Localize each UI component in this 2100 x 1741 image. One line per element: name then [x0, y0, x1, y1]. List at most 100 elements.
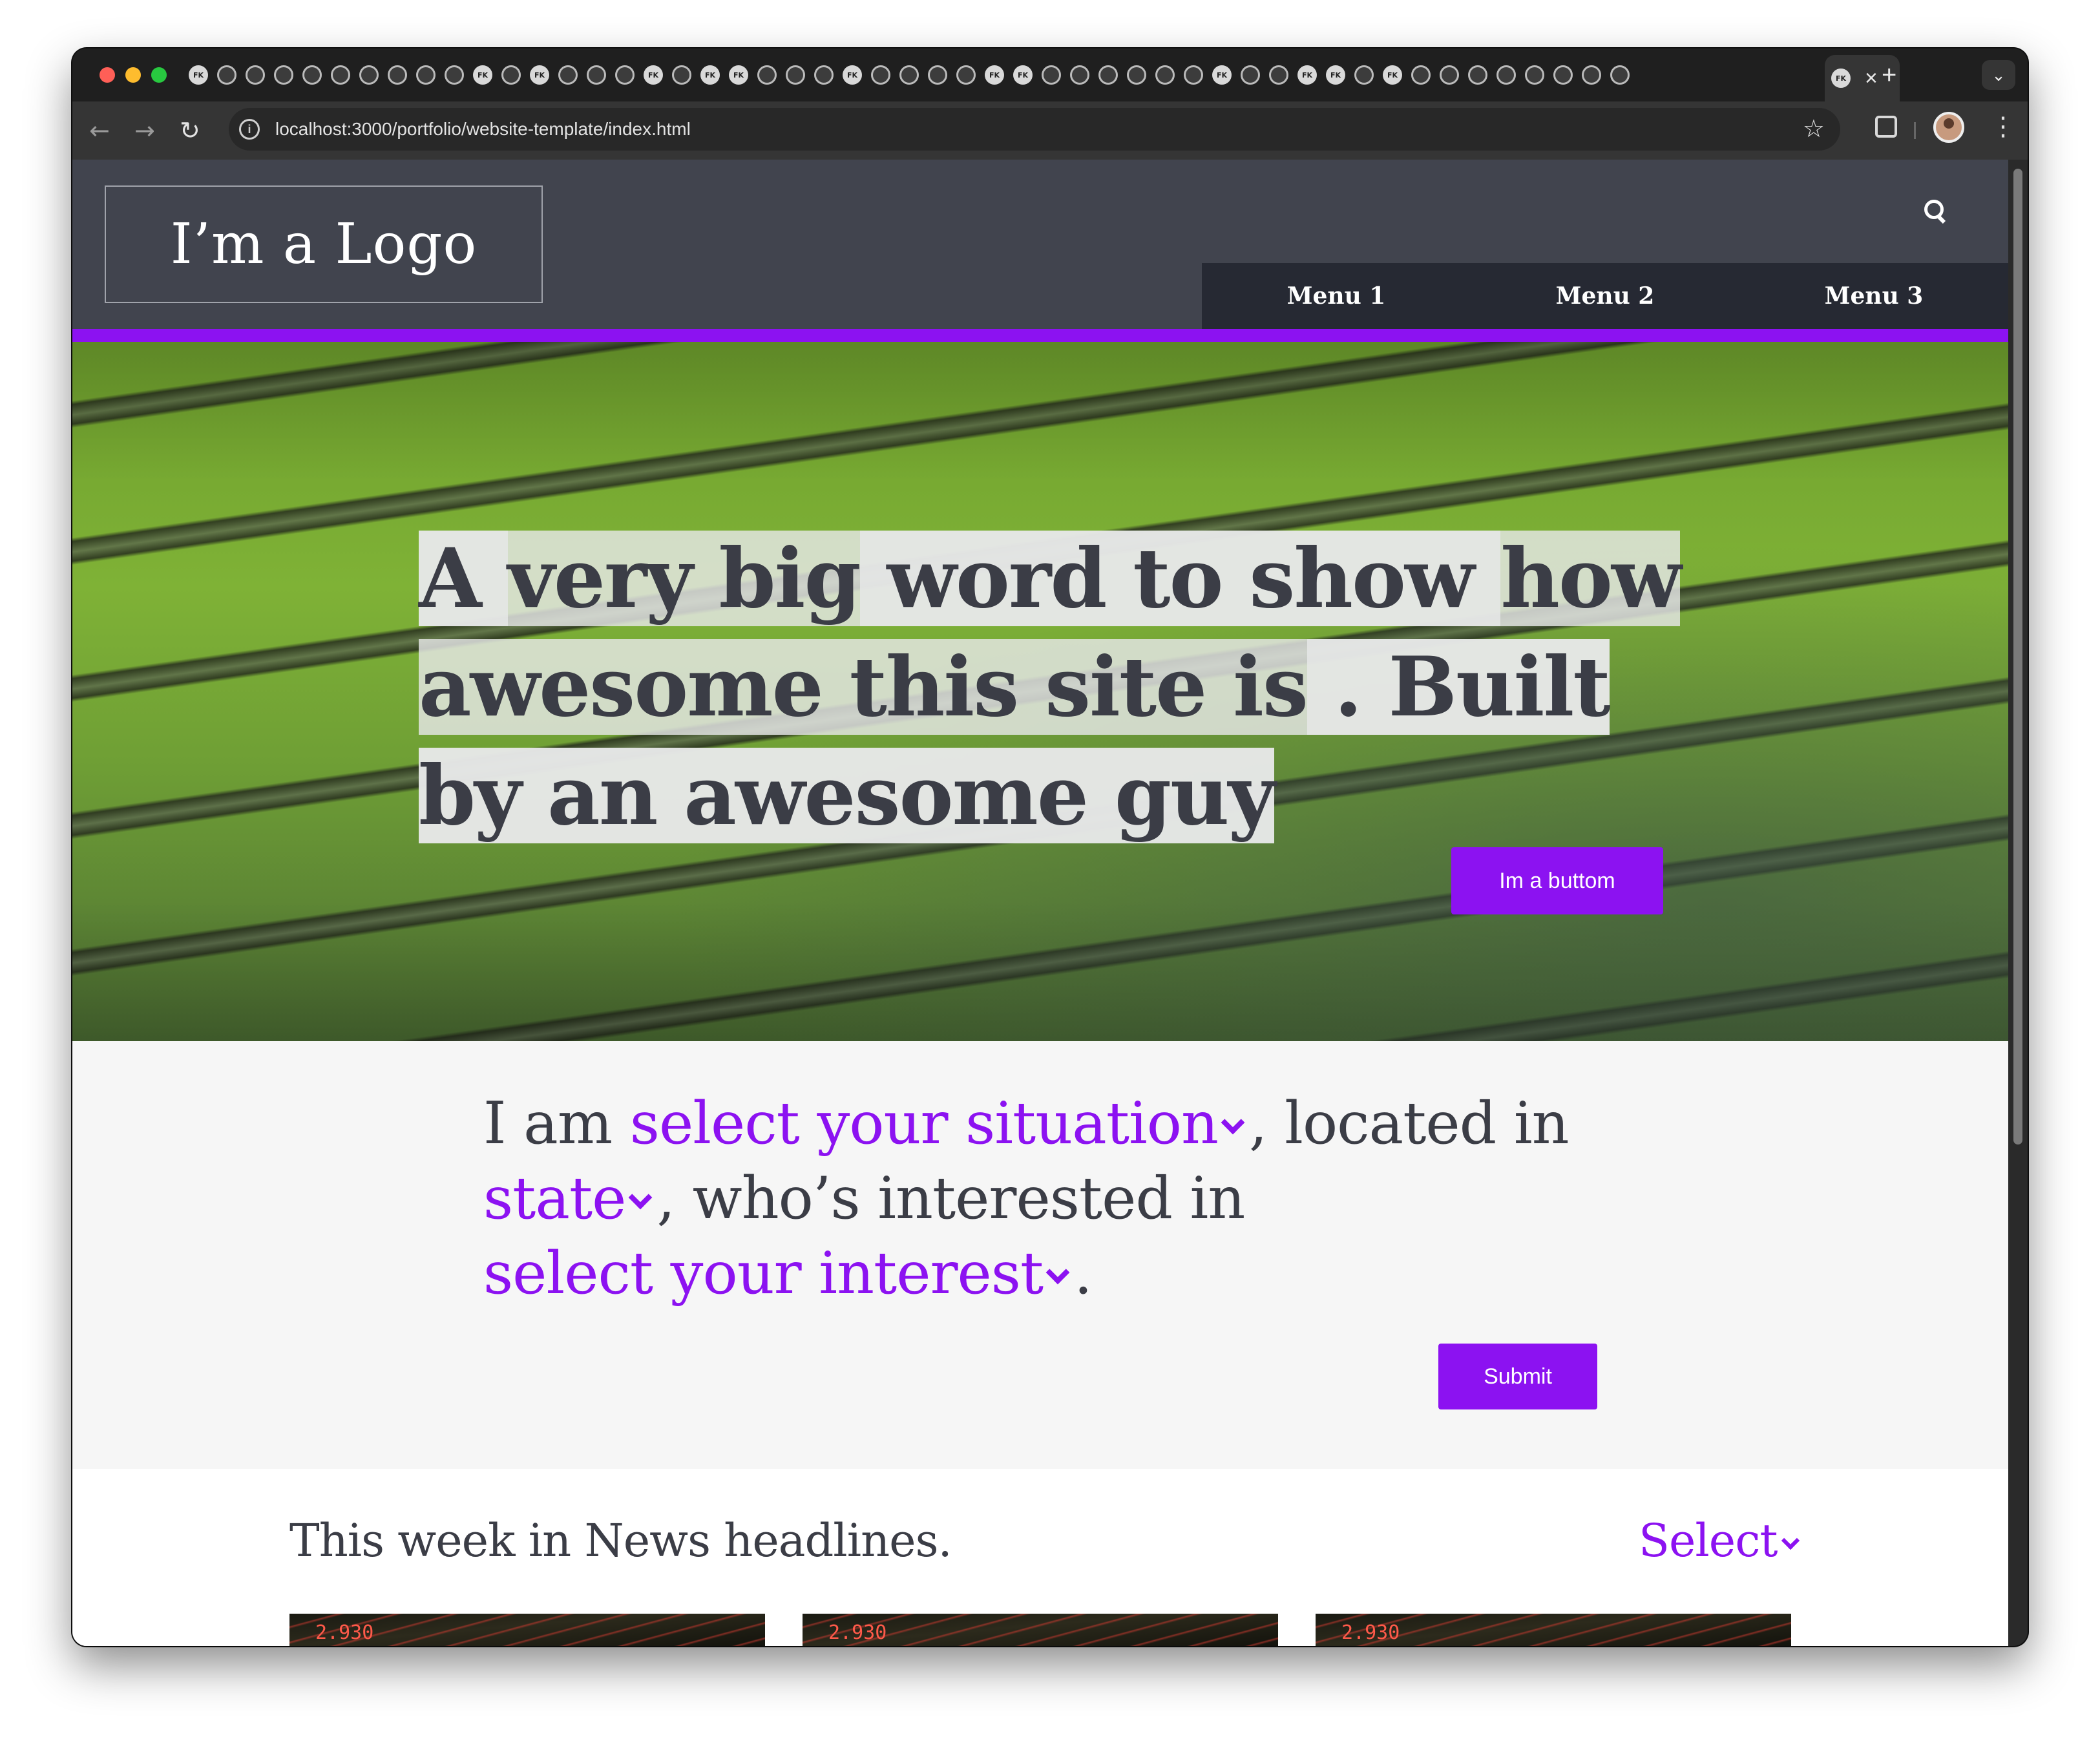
header-accent-rule	[72, 329, 2008, 342]
situation-dropdown[interactable]: select your situation	[630, 1090, 1249, 1157]
extensions-icon[interactable]	[1875, 116, 1897, 138]
tab-favicon-icon[interactable]	[1440, 65, 1459, 85]
tab-favicon-icon[interactable]	[1525, 65, 1544, 85]
tab-favicon-icon[interactable]: FK	[473, 65, 492, 85]
tab-favicon-icon[interactable]: FK	[700, 65, 720, 85]
tab-favicon-icon[interactable]	[615, 65, 635, 85]
profile-avatar[interactable]	[1933, 112, 1964, 143]
tab-favicon-icon[interactable]	[928, 65, 947, 85]
tab-favicon-icon[interactable]	[1241, 65, 1260, 85]
tab-close-icon[interactable]: ×	[1865, 64, 1878, 92]
tab-favicon-icon[interactable]	[1042, 65, 1061, 85]
tab-favicon-icon[interactable]	[331, 65, 350, 85]
selector-text-2: , located in	[1248, 1090, 1570, 1157]
site-nav: Menu 1 Menu 2 Menu 3	[1202, 263, 2008, 329]
tab-search-button[interactable]: ⌄	[1982, 60, 2015, 90]
tab-favicon-icon[interactable]	[757, 65, 777, 85]
site-logo[interactable]: I’m a Logo	[105, 185, 543, 303]
interest-label: select your interest	[483, 1240, 1044, 1307]
tab-favicon-icon[interactable]	[445, 65, 464, 85]
chevron-down-icon	[1045, 1260, 1070, 1285]
tab-favicon-icon[interactable]: FK	[644, 65, 663, 85]
tab-favicon-icon[interactable]: FK	[729, 65, 748, 85]
submit-button[interactable]: Submit	[1438, 1344, 1597, 1409]
tab-favicon-icon[interactable]	[302, 65, 322, 85]
address-bar[interactable]: i localhost:3000/portfolio/website-templ…	[229, 108, 1840, 151]
card-image-number: 2.930	[1341, 1621, 1400, 1644]
tab-favicon-icon[interactable]	[587, 65, 606, 85]
tab-favicon-icon[interactable]: FK	[1326, 65, 1345, 85]
tab-favicon-icon[interactable]	[1468, 65, 1487, 85]
tab-favicon-icon[interactable]	[1553, 65, 1573, 85]
tab-favicon-icon[interactable]: FK	[530, 65, 549, 85]
news-card[interactable]: 2.930	[1316, 1614, 1791, 1646]
window-maximize-button[interactable]	[151, 67, 167, 83]
tab-favicon-icon[interactable]	[1269, 65, 1288, 85]
selector-sentence: I am select your situation , located in s…	[483, 1086, 1646, 1311]
tab-favicon-icon[interactable]	[1127, 65, 1146, 85]
tab-favicon-icon[interactable]	[1582, 65, 1601, 85]
hero-text-1: A	[419, 531, 508, 626]
tab-favicon-icon[interactable]	[956, 65, 976, 85]
tab-favicon-icon[interactable]	[899, 65, 919, 85]
tab-favicon-icon[interactable]	[672, 65, 691, 85]
nav-menu-1[interactable]: Menu 1	[1202, 263, 1471, 329]
bookmark-star-icon[interactable]: ☆	[1803, 114, 1825, 144]
tab-favicon-icon[interactable]: FK	[1013, 65, 1033, 85]
tab-favicon-icon[interactable]: FK	[1383, 65, 1402, 85]
state-dropdown[interactable]: state	[483, 1165, 656, 1232]
tab-favicon-icon[interactable]	[1610, 65, 1630, 85]
tab-favicon-icon[interactable]	[1496, 65, 1516, 85]
tab-favicon-icon[interactable]	[501, 65, 521, 85]
tab-favicon-icon[interactable]	[558, 65, 578, 85]
tab-list: FK FK FK FK FK FK FK FK FK FK FK FK FK	[189, 60, 1639, 90]
tab-favicon-icon[interactable]	[1354, 65, 1374, 85]
scrollbar-thumb[interactable]	[2013, 169, 2022, 1145]
forward-button[interactable]: →	[134, 114, 155, 147]
site-info-icon[interactable]: i	[239, 119, 260, 140]
news-card[interactable]: 2.930	[803, 1614, 1278, 1646]
nav-menu-2[interactable]: Menu 2	[1471, 263, 1739, 329]
news-select-label: Select	[1639, 1514, 1778, 1567]
tab-favicon-icon[interactable]	[388, 65, 407, 85]
hero-text-2: word to show	[859, 531, 1501, 626]
tab-favicon-icon[interactable]	[871, 65, 890, 85]
page-viewport: I’m a Logo Menu 1 Menu 2 Menu 3 A very b…	[72, 160, 2008, 1646]
window-close-button[interactable]	[100, 67, 115, 83]
back-button[interactable]: ←	[89, 114, 110, 147]
page-scrollbar[interactable]	[2008, 160, 2028, 1646]
new-tab-button[interactable]: +	[1882, 60, 1896, 90]
hero-cta-button[interactable]: Im a buttom	[1451, 847, 1663, 914]
tab-favicon-icon[interactable]: FK	[985, 65, 1004, 85]
site-header: I’m a Logo Menu 1 Menu 2 Menu 3	[72, 160, 2008, 329]
tab-favicon-icon[interactable]	[1070, 65, 1089, 85]
tab-favicon-icon[interactable]	[217, 65, 236, 85]
tab-favicon-icon[interactable]: FK	[1297, 65, 1317, 85]
reload-button[interactable]: ↻	[180, 114, 200, 147]
news-card[interactable]: 2.930	[289, 1614, 765, 1646]
interest-dropdown[interactable]: select your interest	[483, 1240, 1074, 1307]
tab-favicon-icon[interactable]	[359, 65, 379, 85]
tab-favicon-icon[interactable]	[1411, 65, 1431, 85]
browser-menu-icon[interactable]: ⋮	[1990, 111, 2016, 143]
tab-favicon-icon[interactable]	[786, 65, 805, 85]
hero-heading: A very big word to show how awesome this…	[419, 524, 1685, 850]
situation-label: select your situation	[629, 1090, 1219, 1157]
window-minimize-button[interactable]	[125, 67, 141, 83]
tab-favicon-icon[interactable]	[1098, 65, 1118, 85]
site-search-icon[interactable]	[1922, 197, 1953, 228]
tab-favicon-icon[interactable]: FK	[189, 65, 208, 85]
tab-favicon-icon[interactable]	[416, 65, 436, 85]
tab-favicon-icon[interactable]	[1184, 65, 1203, 85]
nav-menu-3[interactable]: Menu 3	[1739, 263, 2008, 329]
tab-favicon-icon[interactable]	[1155, 65, 1175, 85]
selector-text-4: .	[1074, 1240, 1093, 1307]
tab-favicon-icon[interactable]	[246, 65, 265, 85]
tab-favicon-icon[interactable]: FK	[1212, 65, 1232, 85]
tab-favicon-icon[interactable]: FK	[843, 65, 862, 85]
tab-favicon-icon[interactable]	[814, 65, 834, 85]
url-text[interactable]: localhost:3000/portfolio/website-templat…	[275, 119, 691, 140]
tab-favicon-icon[interactable]	[274, 65, 293, 85]
news-title: This week in News headlines.	[289, 1514, 952, 1567]
news-select-dropdown[interactable]: Select	[1639, 1514, 1805, 1567]
